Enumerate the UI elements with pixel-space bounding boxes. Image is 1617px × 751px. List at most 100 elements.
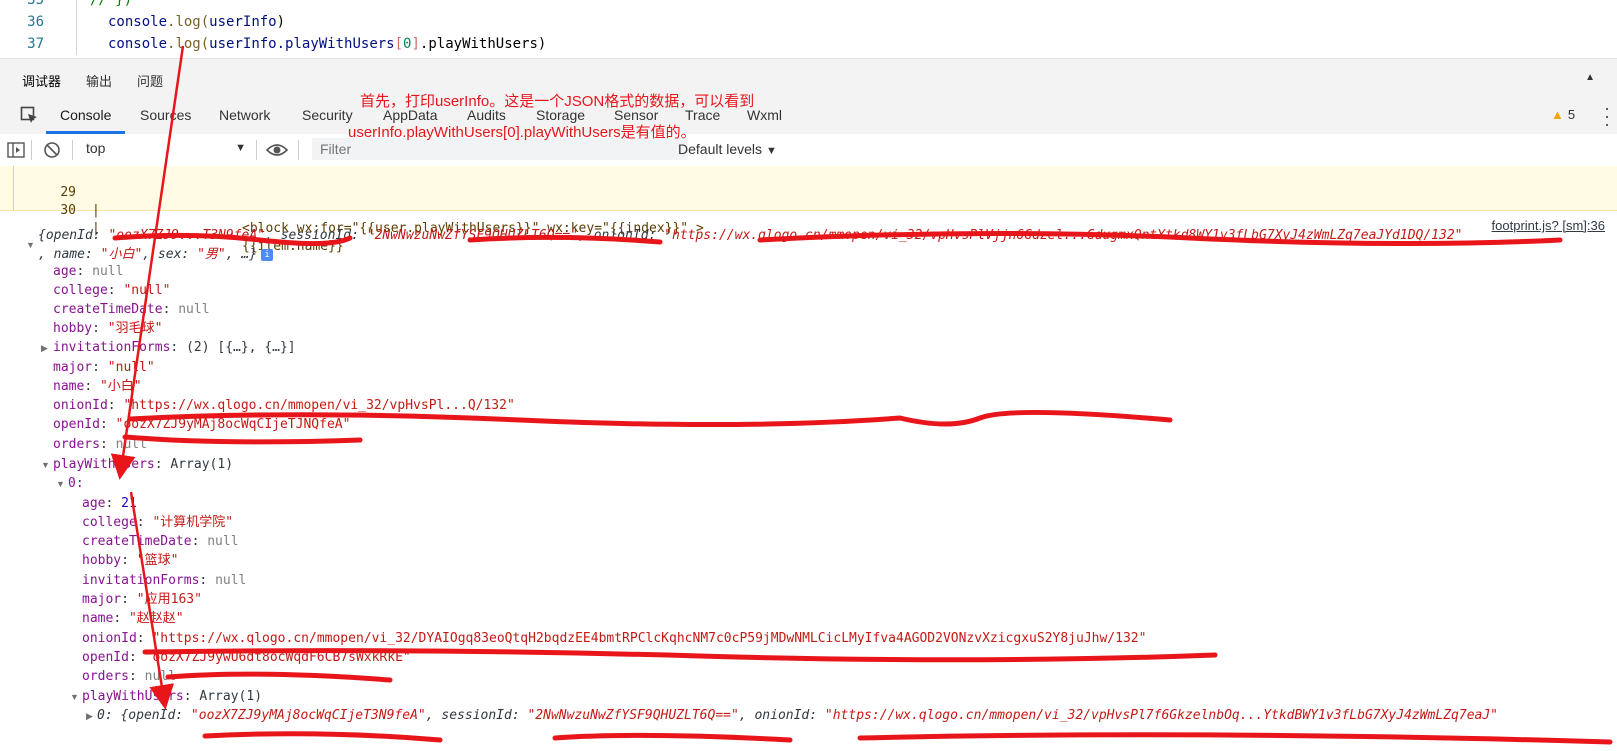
property-row: age: 21 xyxy=(82,496,137,511)
tab-problems[interactable]: 问题 xyxy=(137,71,163,90)
code-comment: // }) xyxy=(90,0,133,8)
property-value: "https://wx.qlogo.cn/mmopen/vi_32/DYAIOg… xyxy=(152,631,1147,646)
summary-text: , …} xyxy=(225,247,258,262)
property-value: "oozX7ZJ9yMAj8ocWqCIjeTJNQfeA" xyxy=(115,417,351,432)
devtools-tab-bar: Console Sources Network Security AppData… xyxy=(0,96,1617,135)
summary-value: "小白" xyxy=(100,247,143,262)
property-value: "计算机学院" xyxy=(152,515,234,530)
property-key: major xyxy=(82,592,122,607)
expand-toggle-icon[interactable]: ▼ xyxy=(56,479,65,489)
property-value: null xyxy=(115,437,147,452)
clear-console-icon[interactable] xyxy=(43,141,61,159)
tab-debugger[interactable]: 调试器 xyxy=(22,71,62,98)
line-number: 35 xyxy=(27,0,44,8)
expand-toggle-icon[interactable]: ▼ xyxy=(26,240,35,250)
property-value: "https://wx.qlogo.cn/mmopen/vi_32/vpHvsP… xyxy=(123,398,515,413)
console-toolbar: top ▼ Default levels ▼ xyxy=(0,134,1617,167)
expand-toggle-icon[interactable]: ▼ xyxy=(70,692,79,702)
warning-icon: ▲ xyxy=(1551,107,1564,122)
line-number: 36 xyxy=(27,14,44,30)
property-value: "羽毛球" xyxy=(107,321,163,336)
object-summary[interactable]: {openId: "oozX7ZJ9...T3N9feA", sessionId… xyxy=(38,226,1463,246)
property-key: orders xyxy=(82,669,129,684)
property-value: null xyxy=(178,302,210,317)
property-row: hobby: "篮球" xyxy=(82,553,179,568)
annotation-text: 首先，打印userInfo。这是一个JSON格式的数据，可以看到 xyxy=(360,93,755,110)
code-token: console xyxy=(108,14,168,30)
array-index[interactable]: 0: xyxy=(68,474,84,494)
property-key: createTimeDate xyxy=(82,534,192,549)
property-value: "应用163" xyxy=(136,592,202,607)
property-value: Array(1) xyxy=(170,457,234,472)
code-token: userInfo.playWithUsers xyxy=(209,36,395,52)
code-token: .log( xyxy=(167,14,210,30)
property-key: age xyxy=(53,264,77,279)
property-row: college: "null" xyxy=(53,283,171,298)
sidebar-toggle-icon[interactable] xyxy=(7,141,25,159)
property-row: onionId: "https://wx.qlogo.cn/mmopen/vi_… xyxy=(53,398,515,413)
summary-text: , name: xyxy=(38,247,101,262)
summary-text: , sessionId: xyxy=(265,228,367,243)
property-row[interactable]: playWithUsers: Array(1) xyxy=(53,455,233,475)
inspect-element-icon[interactable] xyxy=(20,106,38,124)
property-key: major xyxy=(53,360,93,375)
tab-network[interactable]: Network xyxy=(219,96,270,134)
property-key: name xyxy=(82,611,114,626)
property-key: hobby xyxy=(53,321,93,336)
more-options-icon[interactable]: · · · xyxy=(1604,99,1610,133)
property-row: createTimeDate: null xyxy=(53,302,210,317)
property-value: "篮球" xyxy=(136,553,179,568)
code-token: ) xyxy=(276,14,286,30)
object-summary[interactable]: 0: {openId: "oozX7ZJ9yMAj8ocWqCIjeT3N9fe… xyxy=(97,706,1498,726)
tab-console[interactable]: Console xyxy=(45,96,126,134)
property-row: college: "计算机学院" xyxy=(82,515,234,530)
snippet-line: 29 | <block wx:for="{{user.playWithUsers… xyxy=(0,166,703,236)
toolbar-divider xyxy=(31,140,32,160)
chevron-down-icon: ▼ xyxy=(765,145,777,157)
expand-toggle-icon[interactable]: ▶ xyxy=(41,343,48,354)
property-value: "oozX7ZJ9ywU6dt8ocWqdF6CB7sWxkRkE" xyxy=(144,650,411,665)
property-row: age: null xyxy=(53,264,124,279)
context-selector[interactable]: top ▼ xyxy=(86,140,246,160)
property-row[interactable]: invitationForms: (2) [{…}, {…}] xyxy=(53,338,296,358)
code-token: userInfo xyxy=(209,14,277,30)
property-value: (2) [{…}, {…}] xyxy=(186,340,296,355)
property-value: "小白" xyxy=(99,379,142,394)
tab-security[interactable]: Security xyxy=(302,96,353,134)
property-key: college xyxy=(82,515,137,530)
summary-value: "2NwNwzuNwZfYSF9QHUZLT6Q==" xyxy=(366,228,579,243)
property-value: "null" xyxy=(107,360,155,375)
expand-toggle-icon[interactable]: ▶ xyxy=(86,711,93,722)
property-row: hobby: "羽毛球" xyxy=(53,321,163,336)
property-key: playWithUsers xyxy=(53,457,155,472)
code-editor[interactable]: 35 // }) 36 console.log(userInfo) 37 con… xyxy=(0,0,1617,58)
property-value: null xyxy=(92,264,124,279)
property-key: hobby xyxy=(82,553,122,568)
tab-output[interactable]: 输出 xyxy=(86,71,112,90)
log-levels-dropdown[interactable]: Default levels ▼ xyxy=(678,141,777,157)
collapse-panel-icon[interactable]: ▲ xyxy=(1585,72,1595,83)
summary-value: "2NwNwzuNwZfYSF9QHUZLT6Q==" xyxy=(527,708,739,723)
tab-sources[interactable]: Sources xyxy=(140,96,191,134)
property-key: college xyxy=(53,283,108,298)
property-row[interactable]: playWithUsers: Array(1) xyxy=(82,687,262,707)
summary-value: "oozX7ZJ9...T3N9feA" xyxy=(108,228,265,243)
console-output: footprint.js? [sm]:36 ▼ {openId: "oozX7Z… xyxy=(0,210,1617,751)
summary-text: , onionId: xyxy=(738,708,825,723)
panel-tab-bar: 调试器 输出 问题 ▲ xyxy=(0,58,1617,98)
info-icon[interactable]: i xyxy=(261,248,274,261)
log-levels-label: Default levels xyxy=(678,141,763,157)
snippet-line-number: 29 xyxy=(60,185,76,200)
toolbar-divider xyxy=(72,140,73,160)
property-row: createTimeDate: null xyxy=(82,534,239,549)
code-snippet-block: 29 | <block wx:for="{{user.playWithUsers… xyxy=(0,166,1617,254)
summary-value: "oozX7ZJ9yMAj8ocWqCIjeT3N9feA" xyxy=(190,708,426,723)
eye-icon[interactable] xyxy=(266,142,288,158)
property-key: onionId xyxy=(53,398,108,413)
warnings-badge[interactable]: ▲ 5 xyxy=(1551,96,1575,134)
source-link[interactable]: footprint.js? [sm]:36 xyxy=(1492,218,1605,233)
expand-toggle-icon[interactable]: ▼ xyxy=(41,460,50,470)
summary-value: "男" xyxy=(197,247,226,262)
editor-gutter xyxy=(76,0,77,11)
property-value: null xyxy=(144,669,176,684)
